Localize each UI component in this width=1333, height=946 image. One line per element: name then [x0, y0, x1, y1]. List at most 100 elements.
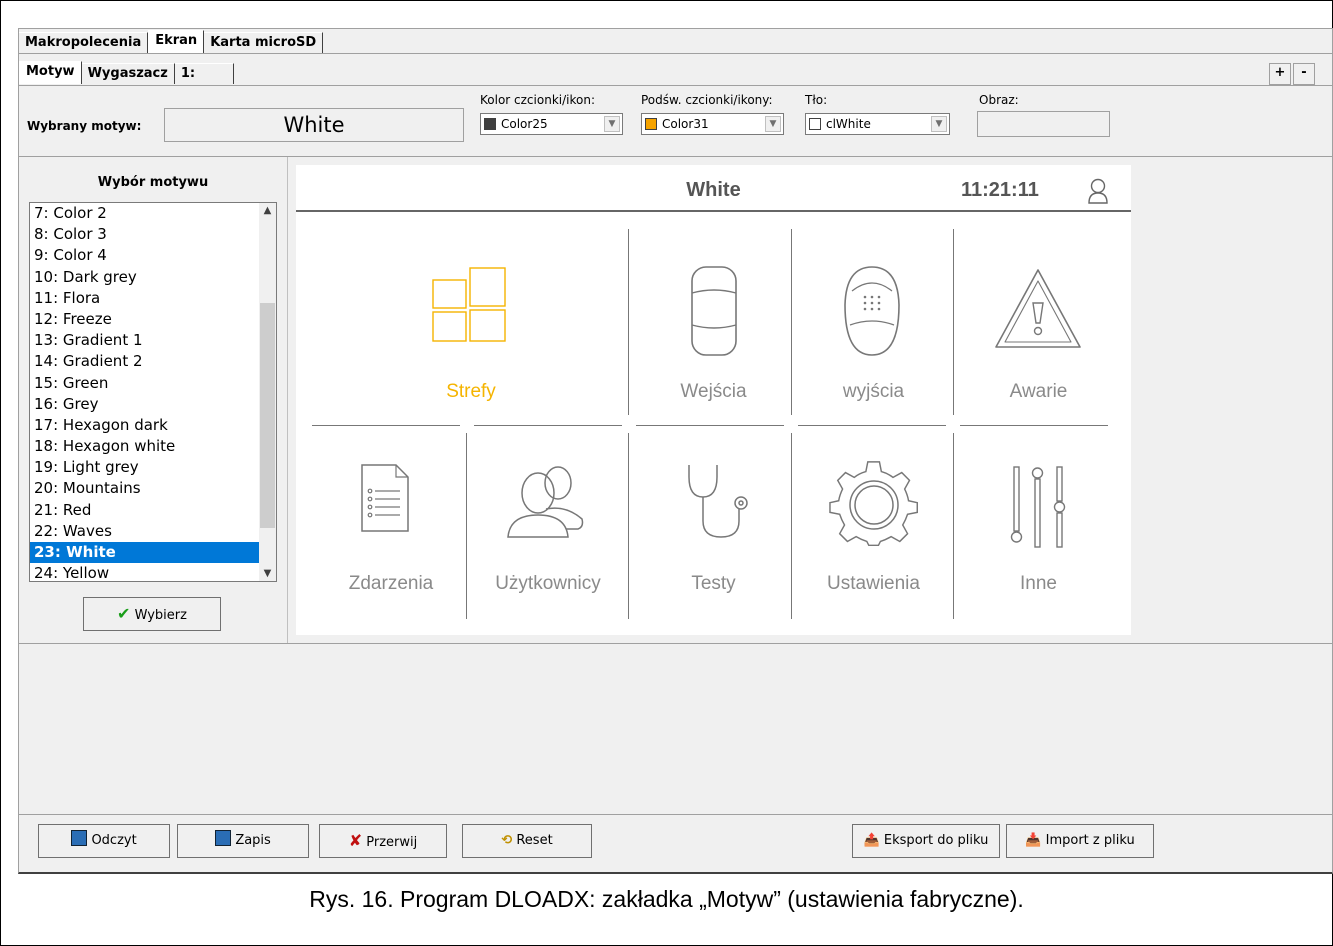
- detector-icon: [691, 266, 737, 356]
- highlight-color-swatch: [645, 118, 657, 130]
- subtab-divider: [19, 85, 1332, 86]
- scroll-thumb[interactable]: [260, 303, 275, 528]
- folder-export-icon: 📤: [863, 833, 880, 848]
- tile-label-strefy: Strefy: [446, 381, 496, 402]
- grid-line: [798, 425, 946, 426]
- theme-list-item[interactable]: 11: Flora: [30, 288, 259, 309]
- font-color-value: Color25: [501, 117, 548, 131]
- theme-list-item[interactable]: 9: Color 4: [30, 245, 259, 266]
- tab-1[interactable]: 1:: [174, 63, 234, 84]
- tab-karta-microsd[interactable]: Karta microSD: [204, 32, 324, 53]
- theme-list-item[interactable]: 19: Light grey: [30, 457, 259, 478]
- export-button[interactable]: 📤 Eksport do pliku: [852, 824, 1000, 858]
- theme-list-item[interactable]: 20: Mountains: [30, 478, 259, 499]
- tile-label-testy: Testy: [691, 573, 736, 594]
- tile-label-zdarzenia: Zdarzenia: [348, 573, 434, 594]
- tab-motyw[interactable]: Motyw: [19, 61, 82, 84]
- tile-label-ustawienia: Ustawienia: [827, 573, 920, 594]
- theme-list-item[interactable]: 13: Gradient 1: [30, 330, 259, 351]
- scroll-down-icon[interactable]: ▼: [259, 568, 276, 579]
- chevron-down-icon[interactable]: ▼: [931, 116, 947, 132]
- keypad-icon: [844, 266, 900, 356]
- reset-icon: ⟲: [501, 833, 513, 848]
- theme-list-item[interactable]: 14: Gradient 2: [30, 351, 259, 372]
- preview-time: 11:21:11: [961, 179, 1039, 201]
- highlight-color-label: Podśw. czcionki/ikony:: [641, 93, 773, 107]
- user-icon: [1088, 178, 1108, 204]
- select-button-label: Wybierz: [134, 608, 187, 623]
- theme-listbox[interactable]: 7: Color 2 8: Color 3 9: Color 4 10: Dark g…: [29, 202, 277, 582]
- check-icon: ✔: [117, 604, 131, 623]
- theme-selection-panel: Wybór motywu 7: Color 2 8: Color 3 9: Colo…: [19, 157, 288, 643]
- grid-line: [466, 433, 467, 619]
- abort-button[interactable]: ✘ Przerwij: [319, 824, 447, 858]
- theme-list-item[interactable]: 17: Hexagon dark: [30, 415, 259, 436]
- highlight-color-combo[interactable]: Color31 ▼: [641, 113, 784, 135]
- theme-list-item[interactable]: 22: Waves: [30, 521, 259, 542]
- theme-list-scrollbar[interactable]: ▲ ▼: [259, 203, 276, 581]
- theme-preview: White 11:21:11 Strefy Wejścia wyjścia Aw…: [296, 165, 1131, 635]
- grid-line: [312, 425, 460, 426]
- chevron-down-icon[interactable]: ▼: [604, 116, 620, 132]
- tab-makropolecenia[interactable]: Makropolecenia: [19, 32, 149, 53]
- close-icon: ✘: [348, 831, 363, 850]
- font-color-label: Kolor czcionki/ikon:: [480, 93, 595, 107]
- minus-button[interactable]: -: [1293, 63, 1315, 85]
- sub-tab-bar: Motyw Wygaszacz 1:: [19, 61, 234, 85]
- write-button[interactable]: Zapis: [177, 824, 309, 858]
- folder-import-icon: 📥: [1025, 833, 1042, 848]
- zones-icon: [432, 267, 506, 342]
- font-color-combo[interactable]: Color25 ▼: [480, 113, 623, 135]
- tab-divider: [19, 53, 1332, 54]
- tab-ekran[interactable]: Ekran: [148, 30, 205, 53]
- theme-list-title: Wybór motywu: [97, 175, 209, 190]
- preview-header-line: [296, 210, 1131, 212]
- background-combo[interactable]: clWhite ▼: [805, 113, 950, 135]
- table-icon: [215, 830, 232, 846]
- tile-label-uzytkownicy: Użytkownicy: [495, 573, 601, 594]
- tab-wygaszacz[interactable]: Wygaszacz: [81, 63, 175, 84]
- theme-list-item[interactable]: 8: Color 3: [30, 224, 259, 245]
- grid-line: [628, 229, 629, 415]
- theme-list-item[interactable]: 21: Red: [30, 500, 259, 521]
- export-button-label: Eksport do pliku: [883, 833, 989, 848]
- reset-button-label: Reset: [516, 833, 553, 848]
- import-button[interactable]: 📥 Import z pliku: [1006, 824, 1154, 858]
- background-value: clWhite: [826, 117, 871, 131]
- theme-list-item[interactable]: 18: Hexagon white: [30, 436, 259, 457]
- tile-label-wejscia: Wejścia: [680, 381, 747, 402]
- warning-icon: [995, 269, 1081, 348]
- read-button-label: Odczyt: [91, 833, 137, 848]
- theme-list-item[interactable]: 16: Grey: [30, 394, 259, 415]
- select-theme-button[interactable]: ✔ Wybierz: [83, 597, 221, 631]
- image-field: [977, 111, 1110, 137]
- plus-button[interactable]: +: [1269, 63, 1291, 85]
- grid-line: [960, 425, 1108, 426]
- grid-line: [636, 425, 784, 426]
- dloadx-window: Makropolecenia Ekran Karta microSD Motyw…: [18, 28, 1333, 874]
- theme-list-item[interactable]: 24: Yellow: [30, 563, 259, 581]
- theme-list-item[interactable]: 12: Freeze: [30, 309, 259, 330]
- tile-label-awarie: Awarie: [1009, 381, 1068, 402]
- reset-button[interactable]: ⟲ Reset: [462, 824, 592, 858]
- grid-line: [791, 433, 792, 619]
- background-label: Tło:: [805, 93, 828, 107]
- figure-caption: Rys. 16. Program DLOADX: zakładka „Motyw…: [309, 886, 1024, 912]
- theme-list-item[interactable]: 15: Green: [30, 373, 259, 394]
- document-icon: [361, 464, 409, 532]
- import-button-label: Import z pliku: [1045, 833, 1135, 848]
- grid-line: [791, 229, 792, 415]
- scroll-up-icon[interactable]: ▲: [259, 205, 276, 216]
- chevron-down-icon[interactable]: ▼: [765, 116, 781, 132]
- read-button[interactable]: Odczyt: [38, 824, 170, 858]
- users-icon: [507, 466, 584, 538]
- theme-list-item[interactable]: 23: White: [30, 542, 259, 564]
- theme-list-item[interactable]: 7: Color 2: [30, 203, 259, 224]
- selected-theme-label: Wybrany motyw:: [27, 119, 142, 133]
- grid-line: [628, 433, 629, 619]
- theme-list-item[interactable]: 10: Dark grey: [30, 267, 259, 288]
- image-label: Obraz:: [979, 93, 1019, 107]
- sliders-icon: [1010, 466, 1066, 548]
- grid-line: [474, 425, 622, 426]
- main-tab-bar: Makropolecenia Ekran Karta microSD: [19, 30, 324, 54]
